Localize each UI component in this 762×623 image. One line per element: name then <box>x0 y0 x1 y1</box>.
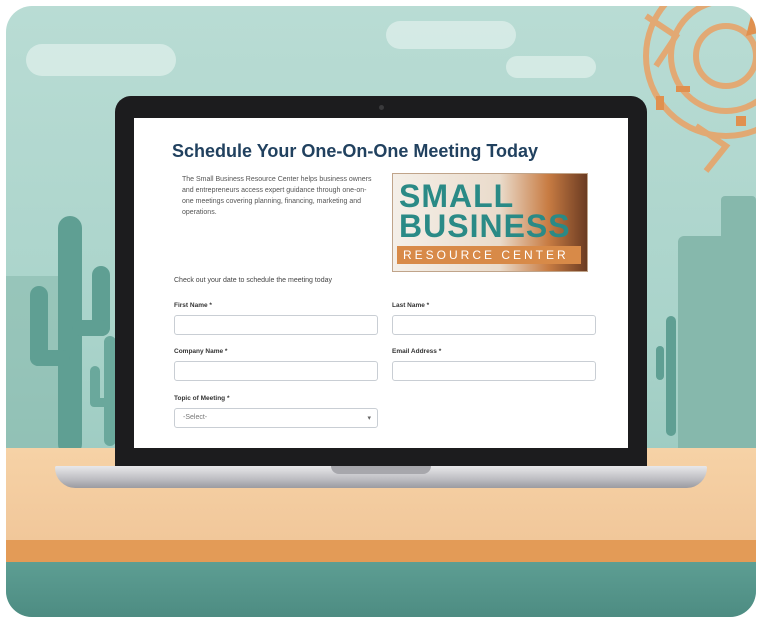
logo-line-business: BUSINESS <box>399 208 571 244</box>
email-address-label: Email Address * <box>392 348 442 355</box>
laptop-display: Schedule Your One-On-One Meeting Today T… <box>134 118 628 448</box>
chevron-down-icon: ▾ <box>367 415 371 422</box>
topic-select-value: -Select- <box>183 414 208 421</box>
intro-paragraph: The Small Business Resource Center helps… <box>182 176 372 216</box>
first-name-label: First Name * <box>174 302 212 309</box>
last-name-input[interactable] <box>392 315 596 335</box>
mesa-rock-right-far <box>721 196 756 256</box>
laptop-screen-bezel: Schedule Your One-On-One Meeting Today T… <box>115 96 647 470</box>
topic-select[interactable]: -Select- ▾ <box>174 408 378 428</box>
form-instruction: Check out your date to schedule the meet… <box>174 277 332 284</box>
desk-edge <box>6 540 756 562</box>
logo-line-resource-center: RESOURCE CENTER <box>403 248 569 262</box>
company-name-label: Company Name * <box>174 348 228 355</box>
company-name-input[interactable] <box>174 361 378 381</box>
first-name-input[interactable] <box>174 315 378 335</box>
laptop-opening-notch <box>331 466 431 474</box>
small-business-logo: SMALL BUSINESS RESOURCE CENTER <box>392 173 588 272</box>
laptop-base <box>55 466 707 488</box>
cactus-right-icon <box>656 316 676 436</box>
topic-label: Topic of Meeting * <box>174 395 230 402</box>
last-name-label: Last Name * <box>392 302 430 309</box>
floor <box>6 562 756 617</box>
email-address-input[interactable] <box>392 361 596 381</box>
webcam-icon <box>379 105 384 110</box>
page-title: Schedule Your One-On-One Meeting Today <box>172 141 539 161</box>
cloud-center <box>386 21 516 49</box>
mesa-rock-right <box>678 236 756 456</box>
cloud-left <box>26 44 176 76</box>
